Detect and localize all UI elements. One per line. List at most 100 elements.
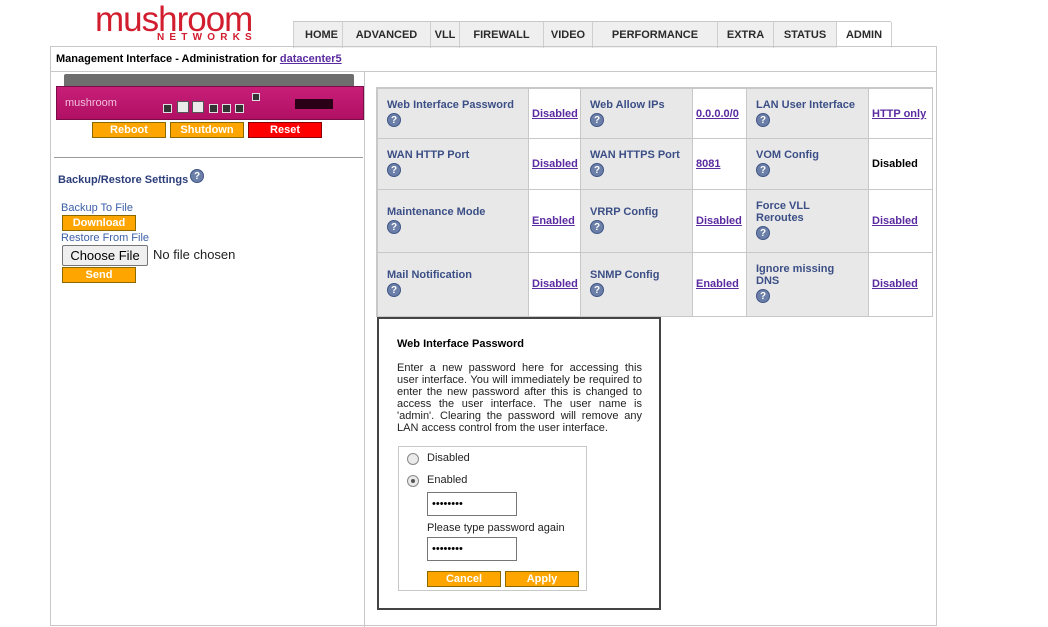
help-icon[interactable]: ? [190, 169, 204, 183]
reboot-button[interactable]: Reboot [92, 122, 166, 138]
reset-button[interactable]: Reset [248, 122, 322, 138]
port-icon [209, 104, 218, 113]
disabled-radio-label: Disabled [427, 452, 470, 464]
help-icon[interactable]: ? [756, 163, 770, 177]
device-name-link[interactable]: datacenter5 [280, 53, 342, 65]
lan-port-icon [177, 101, 189, 113]
help-icon[interactable]: ? [756, 113, 770, 127]
setting-value-link[interactable]: Disabled [532, 158, 578, 170]
password-field[interactable] [427, 492, 517, 516]
setting-label-cell: WAN HTTPS Port ? [581, 139, 692, 189]
page-title-text: Management Interface - Administration fo… [56, 53, 280, 65]
device-image: mushroom [56, 74, 364, 120]
divider [54, 157, 363, 158]
setting-label: WAN HTTPS Port [590, 149, 680, 161]
enabled-radio[interactable] [407, 475, 419, 487]
help-icon[interactable]: ? [387, 283, 401, 297]
device-display [295, 99, 333, 109]
setting-value-text: Disabled [872, 158, 918, 170]
setting-label-cell: WAN HTTP Port ? [378, 139, 528, 189]
column-divider [364, 72, 365, 627]
tab-status[interactable]: STATUS [773, 22, 837, 48]
setting-value-cell: Disabled [869, 139, 932, 189]
popup-title: Web Interface Password [397, 338, 524, 350]
setting-label: VRRP Config [590, 206, 659, 218]
setting-value-cell: 8081 [693, 139, 746, 189]
setting-value-cell: Enabled [529, 190, 580, 252]
setting-label: Ignore missing DNS [756, 263, 835, 287]
setting-label: Maintenance Mode [387, 206, 486, 218]
setting-label-cell: VRRP Config ? [581, 190, 692, 252]
apply-button[interactable]: Apply [505, 571, 579, 587]
tab-firewall[interactable]: FIREWALL [459, 22, 544, 48]
setting-value-link[interactable]: Enabled [532, 215, 575, 227]
help-icon[interactable]: ? [387, 220, 401, 234]
port-icon [222, 104, 231, 113]
help-icon[interactable]: ? [590, 113, 604, 127]
device-front-panel: mushroom [56, 86, 364, 120]
setting-value-cell: Disabled [869, 190, 932, 252]
enabled-radio-label: Enabled [427, 474, 468, 486]
disabled-radio[interactable] [407, 453, 419, 465]
setting-label: Web Interface Password [387, 99, 514, 111]
setting-label: SNMP Config [590, 269, 660, 281]
download-button[interactable]: Download [62, 215, 136, 231]
logo-subtitle: NETWORKS [157, 32, 257, 43]
setting-label-cell: Mail Notification ? [378, 253, 528, 316]
setting-value-cell: Disabled [529, 139, 580, 189]
setting-value-cell: HTTP only [869, 89, 932, 138]
setting-label: LAN User Interface [756, 99, 856, 111]
choose-file-button[interactable]: Choose File [62, 245, 148, 266]
help-icon[interactable]: ? [756, 226, 770, 240]
tab-extra[interactable]: EXTRA [717, 22, 774, 48]
settings-grid: Web Interface Password ? Disabled Web Al… [376, 87, 933, 317]
setting-label: Web Allow IPs [590, 99, 665, 111]
backup-to-file-label: Backup To File [61, 202, 133, 214]
setting-value-link[interactable]: Disabled [696, 215, 742, 227]
setting-value-link[interactable]: Disabled [532, 278, 578, 290]
cancel-button[interactable]: Cancel [427, 571, 501, 587]
setting-label-cell: LAN User Interface ? [747, 89, 868, 138]
backup-restore-title: Backup/Restore Settings [58, 174, 189, 186]
setting-label-cell: Ignore missing DNS ? [747, 253, 868, 316]
restore-from-file-label: Restore From File [61, 232, 150, 244]
tab-performance[interactable]: PERFORMANCE [592, 22, 718, 48]
setting-label-cell: VOM Config ? [747, 139, 868, 189]
setting-value-link[interactable]: 0.0.0.0/0 [696, 108, 739, 120]
setting-value-link[interactable]: Enabled [696, 278, 739, 290]
mushroom-networks-logo: mushroom NETWORKS [95, 2, 275, 46]
setting-value-link[interactable]: 8081 [696, 158, 720, 170]
password-confirm-field[interactable] [427, 537, 517, 561]
setting-label-cell: Maintenance Mode ? [378, 190, 528, 252]
top-nav: HOME ADVANCED VLL FIREWALL VIDEO PERFORM… [293, 21, 892, 48]
device-brand-text: mushroom [65, 97, 117, 109]
tab-vll[interactable]: VLL [430, 22, 460, 48]
setting-value-cell: Disabled [693, 190, 746, 252]
help-icon[interactable]: ? [756, 289, 770, 303]
setting-value-link[interactable]: HTTP only [872, 108, 926, 120]
password-form: Disabled Enabled Please type password ag… [398, 446, 587, 591]
setting-value-cell: Disabled [869, 253, 932, 316]
setting-label: Mail Notification [387, 269, 472, 281]
send-button[interactable]: Send [62, 267, 136, 283]
setting-value-link[interactable]: Disabled [872, 278, 918, 290]
setting-value-link[interactable]: Disabled [532, 108, 578, 120]
setting-value-cell: Disabled [529, 89, 580, 138]
tab-admin[interactable]: ADMIN [836, 22, 892, 48]
help-icon[interactable]: ? [590, 220, 604, 234]
help-icon[interactable]: ? [590, 283, 604, 297]
shutdown-button[interactable]: Shutdown [170, 122, 244, 138]
help-icon[interactable]: ? [590, 163, 604, 177]
help-icon[interactable]: ? [387, 163, 401, 177]
setting-value-cell: Disabled [529, 253, 580, 316]
tab-home[interactable]: HOME [293, 22, 343, 48]
popup-description: Enter a new password here for accessing … [397, 362, 642, 434]
port-icon [235, 104, 244, 113]
tab-advanced[interactable]: ADVANCED [342, 22, 431, 48]
setting-label: VOM Config [756, 149, 819, 161]
tab-video[interactable]: VIDEO [543, 22, 593, 48]
setting-label: Force VLL Reroutes [756, 200, 810, 224]
setting-value-link[interactable]: Disabled [872, 215, 918, 227]
help-icon[interactable]: ? [387, 113, 401, 127]
setting-value-cell: 0.0.0.0/0 [693, 89, 746, 138]
